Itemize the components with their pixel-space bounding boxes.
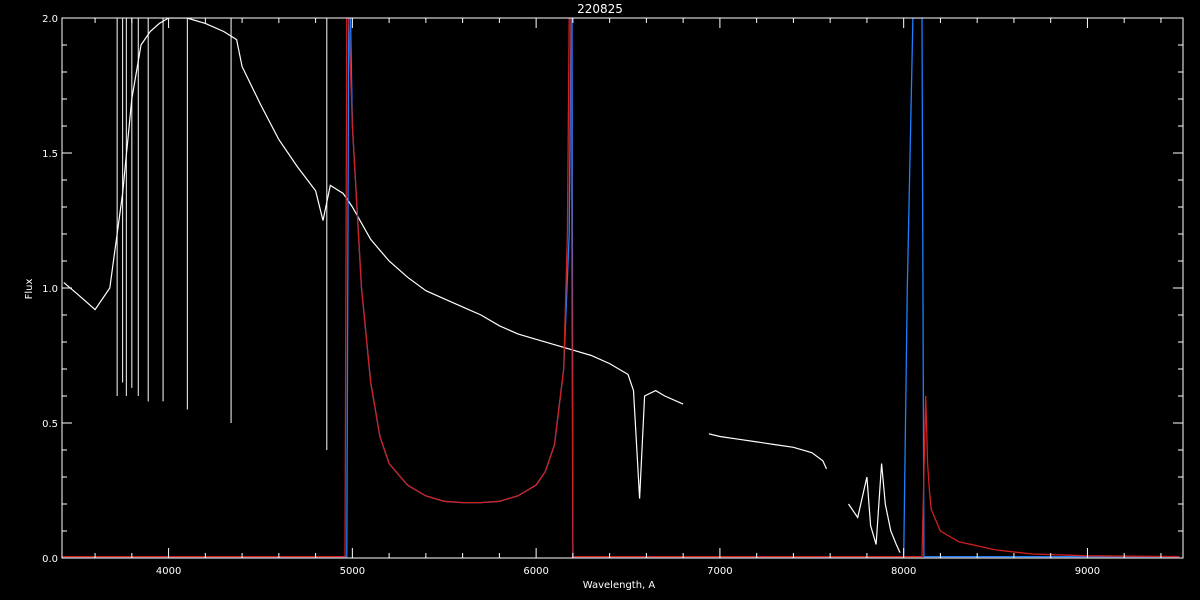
x-tick-label-4: 8000: [891, 566, 916, 577]
y-tick-label-2: 1.0: [42, 284, 58, 295]
x-tick-label-5: 9000: [1075, 566, 1100, 577]
x-tick-label-0: 4000: [156, 566, 181, 577]
x-tick-label-3: 7000: [707, 566, 732, 577]
x-tick-label-1: 5000: [340, 566, 365, 577]
chart-title: 220825: [577, 2, 623, 16]
y-tick-label-3: 1.5: [42, 149, 58, 160]
x-axis-label: Wavelength, A: [583, 580, 656, 591]
chart-background: [0, 0, 1200, 600]
x-tick-label-2: 6000: [523, 566, 548, 577]
y-tick-label-0: 0.0: [42, 554, 58, 565]
y-axis-label: Flux: [24, 279, 35, 300]
y-tick-label-4: 2.0: [42, 14, 58, 25]
spectrum-chart: 4000 5000 6000 7000 8000 90000.00.51.01.52.0 …: [0, 0, 1200, 600]
y-tick-label-1: 0.5: [42, 419, 58, 430]
